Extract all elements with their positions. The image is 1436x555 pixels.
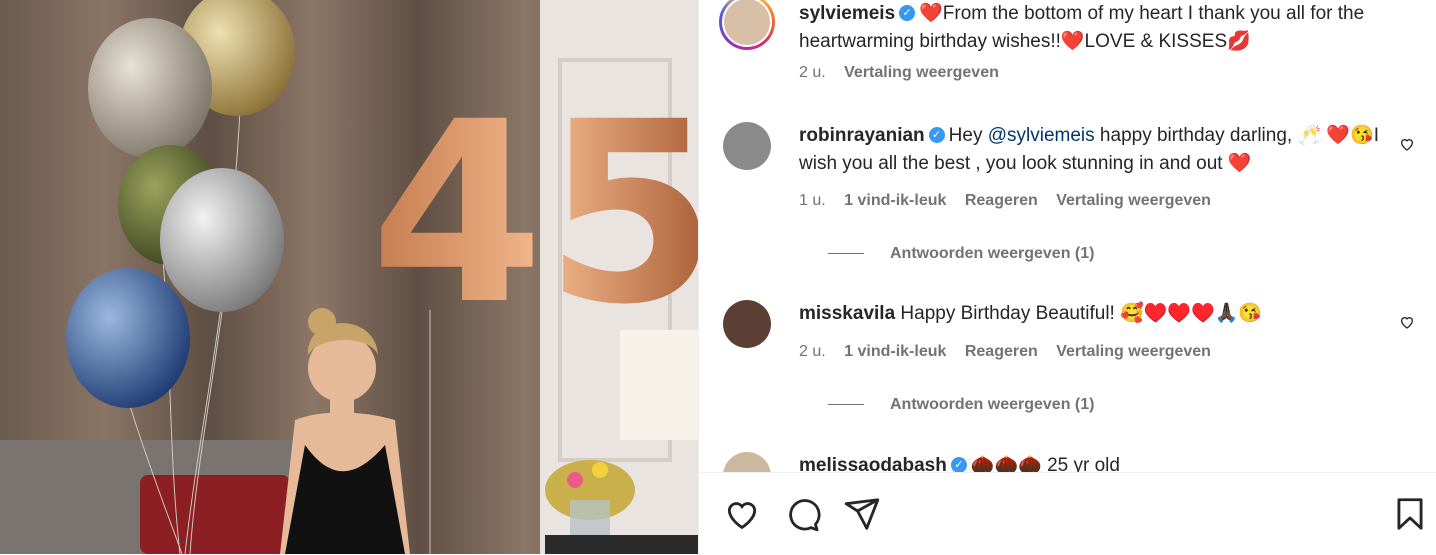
heart-icon[interactable] [1399, 314, 1415, 330]
bookmark-icon[interactable] [1391, 495, 1429, 533]
heart-icon[interactable] [1399, 136, 1415, 152]
comment-likes[interactable]: 1 vind-ik-leuk [844, 343, 946, 360]
caption-age[interactable]: 2 u. [799, 64, 826, 81]
comment-username[interactable]: melissaodabash [799, 455, 947, 472]
comment-text: Hey [948, 125, 988, 146]
share-icon[interactable] [843, 495, 881, 533]
comment-text: 🌰🌰🌰 25 yr old [970, 455, 1120, 472]
number-balloon-text: 45 [370, 68, 698, 359]
avatar[interactable] [723, 122, 771, 170]
view-replies-button[interactable]: Antwoorden weergeven (1) [828, 396, 1094, 414]
comment-likes[interactable]: 1 vind-ik-leuk [844, 192, 946, 209]
view-replies-button[interactable]: Antwoorden weergeven (1) [828, 245, 1094, 263]
view-replies-label: Antwoorden weergeven (1) [890, 245, 1095, 262]
comment-icon[interactable] [783, 495, 821, 533]
caption-translate-link[interactable]: Vertaling weergeven [844, 64, 999, 81]
verified-icon: ✓ [899, 4, 916, 21]
post-image[interactable]: 45 [0, 0, 698, 554]
reply-button[interactable]: Reageren [965, 192, 1038, 209]
avatar[interactable] [723, 300, 771, 348]
comment-text: Happy Birthday Beautiful! 🥰♥️♥️♥️🙏🏿😘 [900, 303, 1263, 324]
comments-panel: sylviemeis ✓ ❤️From the bottom of my heart… [698, 0, 1436, 554]
comment-age[interactable]: 2 u. [799, 343, 826, 360]
view-replies-label: Antwoorden weergeven (1) [890, 396, 1095, 413]
reply-button[interactable]: Reageren [965, 343, 1038, 360]
action-bar [699, 472, 1436, 555]
verified-icon: ✓ [950, 456, 967, 472]
translate-link[interactable]: Vertaling weergeven [1056, 192, 1211, 209]
heart-icon[interactable] [723, 495, 761, 533]
avatar[interactable] [719, 0, 775, 50]
translate-link[interactable]: Vertaling weergeven [1056, 343, 1211, 360]
caption-meta: 2 u. Vertaling weergeven [799, 64, 1013, 82]
comment-username[interactable]: misskavila [799, 303, 895, 324]
divider-line [828, 253, 864, 255]
verified-icon: ✓ [928, 126, 945, 143]
comments-list[interactable]: sylviemeis ✓ ❤️From the bottom of my heart… [699, 0, 1436, 472]
comment-username[interactable]: robinrayanian [799, 125, 925, 146]
avatar[interactable] [723, 452, 771, 472]
author-username[interactable]: sylviemeis [799, 3, 895, 24]
divider-line [828, 404, 864, 406]
comment-meta: 1 u. 1 vind-ik-leuk Reageren Vertaling w… [799, 192, 1225, 210]
mention-link[interactable]: @sylviemeis [988, 125, 1095, 146]
comment-age[interactable]: 1 u. [799, 192, 826, 209]
comment-meta: 2 u. 1 vind-ik-leuk Reageren Vertaling w… [799, 343, 1225, 361]
